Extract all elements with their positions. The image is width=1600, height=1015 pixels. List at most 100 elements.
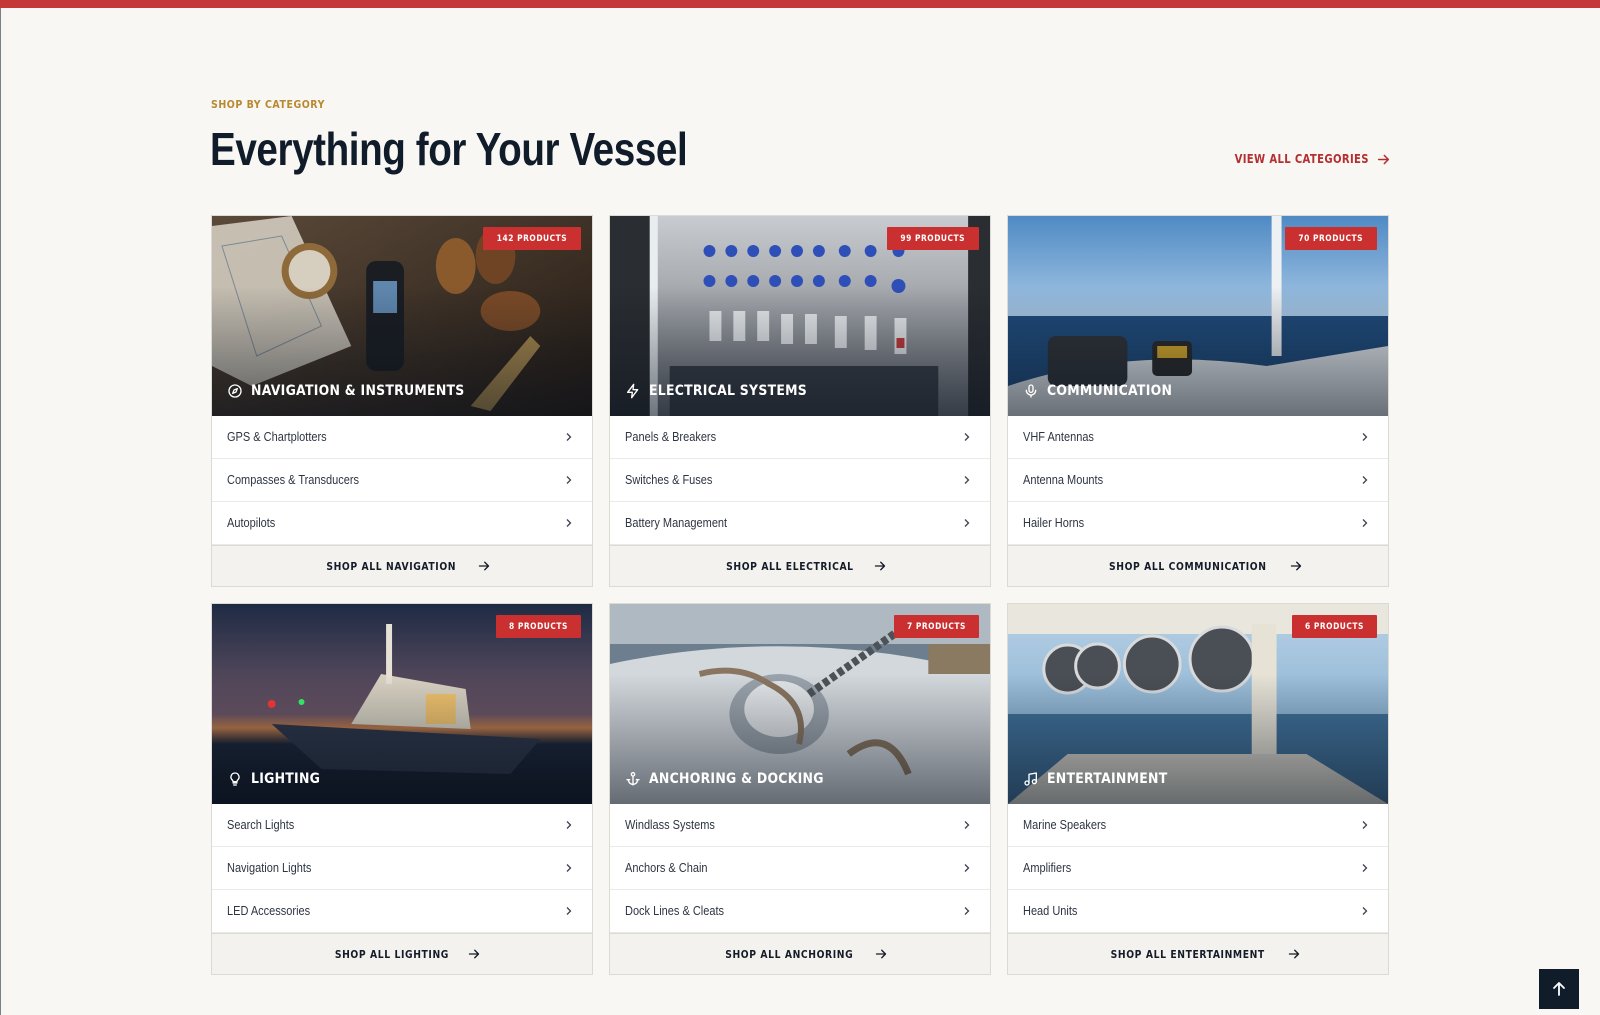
chevron-right-icon — [964, 433, 970, 441]
subcategory-link[interactable]: Panels & Breakers — [610, 416, 990, 459]
arrow-right-icon — [478, 561, 489, 571]
top-accent-bar — [0, 0, 1600, 8]
category-hero-navigation[interactable]: 142 PRODUCTS NAVIGATION & INSTRUMENTS — [212, 216, 592, 416]
category-name: ANCHORING & DOCKING — [649, 771, 824, 787]
shop-all-communication-button[interactable]: SHOP ALL COMMUNICATION — [1008, 545, 1388, 586]
subcategory-list: Marine Speakers Amplifiers Head Units — [1008, 804, 1388, 933]
category-card-electrical: 99 PRODUCTS ELECTRICAL SYSTEMS Panels & … — [609, 215, 991, 587]
left-edge-line — [0, 8, 1, 1015]
product-count-badge: 70 PRODUCTS — [1285, 227, 1377, 250]
category-hero-entertainment[interactable]: 6 PRODUCTS ENTERTAINMENT — [1008, 604, 1388, 804]
arrow-up-icon — [1553, 982, 1565, 996]
product-count-badge: 7 PRODUCTS — [894, 615, 979, 638]
subcategory-link[interactable]: Dock Lines & Cleats — [610, 890, 990, 933]
arrow-right-icon — [1291, 561, 1302, 571]
anchor-icon — [626, 772, 640, 786]
category-card-entertainment: 6 PRODUCTS ENTERTAINMENT Marine Speakers… — [1007, 603, 1389, 975]
chevron-right-icon — [566, 433, 572, 441]
subcategory-link[interactable]: Head Units — [1008, 890, 1388, 933]
microphone-icon — [1025, 384, 1037, 398]
subcategory-link[interactable]: Hailer Horns — [1008, 502, 1388, 545]
shop-all-electrical-button[interactable]: SHOP ALL ELECTRICAL — [610, 545, 990, 586]
chevron-right-icon — [964, 907, 970, 915]
category-hero-lighting[interactable]: 8 PRODUCTS LIGHTING — [212, 604, 592, 804]
chevron-right-icon — [566, 907, 572, 915]
subcategory-link[interactable]: Navigation Lights — [212, 847, 592, 890]
category-grid: 142 PRODUCTS NAVIGATION & INSTRUMENTS GP… — [211, 215, 1391, 975]
product-count-badge: 99 PRODUCTS — [887, 227, 979, 250]
compass-icon — [228, 384, 242, 398]
subcategory-list: GPS & Chartplotters Compasses & Transduc… — [212, 416, 592, 545]
category-card-navigation: 142 PRODUCTS NAVIGATION & INSTRUMENTS GP… — [211, 215, 593, 587]
subcategory-link[interactable]: Antenna Mounts — [1008, 459, 1388, 502]
arrow-right-icon — [469, 949, 480, 959]
product-count-badge: 8 PRODUCTS — [496, 615, 581, 638]
subcategory-list: Panels & Breakers Switches & Fuses Batte… — [610, 416, 990, 545]
chevron-right-icon — [1362, 476, 1368, 484]
lightbulb-icon — [230, 772, 240, 786]
product-count-badge: 6 PRODUCTS — [1292, 615, 1377, 638]
subcategory-link[interactable]: Autopilots — [212, 502, 592, 545]
shop-all-entertainment-button[interactable]: SHOP ALL ENTERTAINMENT — [1008, 933, 1388, 974]
arrow-right-icon — [1289, 949, 1300, 959]
chevron-right-icon — [1362, 433, 1368, 441]
category-name: NAVIGATION & INSTRUMENTS — [251, 383, 465, 399]
view-all-label: VIEW ALL CATEGORIES — [1234, 152, 1369, 166]
subcategory-list: Search Lights Navigation Lights LED Acce… — [212, 804, 592, 933]
category-name: LIGHTING — [251, 771, 321, 787]
category-hero-anchoring[interactable]: 7 PRODUCTS ANCHORING & DOCKING — [610, 604, 990, 804]
lightning-icon — [627, 383, 639, 399]
arrow-right-icon — [1377, 154, 1390, 164]
view-all-categories-link[interactable]: VIEW ALL CATEGORIES — [1209, 152, 1390, 166]
chevron-right-icon — [566, 864, 572, 872]
chevron-right-icon — [964, 519, 970, 527]
chevron-right-icon — [964, 864, 970, 872]
section-title: Everything for Your Vessel — [210, 123, 688, 175]
subcategory-link[interactable]: GPS & Chartplotters — [212, 416, 592, 459]
subcategory-link[interactable]: LED Accessories — [212, 890, 592, 933]
shop-all-lighting-button[interactable]: SHOP ALL LIGHTING — [212, 933, 592, 974]
subcategory-list: VHF Antennas Antenna Mounts Hailer Horns — [1008, 416, 1388, 545]
subcategory-link[interactable]: Windlass Systems — [610, 804, 990, 847]
chevron-right-icon — [1362, 519, 1368, 527]
subcategory-link[interactable]: Anchors & Chain — [610, 847, 990, 890]
chevron-right-icon — [1362, 821, 1368, 829]
category-name: ELECTRICAL SYSTEMS — [649, 383, 808, 399]
subcategory-link[interactable]: Compasses & Transducers — [212, 459, 592, 502]
product-count-badge: 142 PRODUCTS — [482, 227, 581, 250]
category-title: NAVIGATION & INSTRUMENTS — [227, 383, 499, 399]
chevron-right-icon — [566, 821, 572, 829]
category-hero-electrical[interactable]: 99 PRODUCTS ELECTRICAL SYSTEMS — [610, 216, 990, 416]
subcategory-link[interactable]: Battery Management — [610, 502, 990, 545]
subcategory-link[interactable]: Marine Speakers — [1008, 804, 1388, 847]
category-title: ANCHORING & DOCKING — [625, 771, 852, 787]
chevron-right-icon — [566, 519, 572, 527]
shop-all-anchoring-button[interactable]: SHOP ALL ANCHORING — [610, 933, 990, 974]
subcategory-link[interactable]: VHF Antennas — [1008, 416, 1388, 459]
music-note-icon — [1024, 772, 1037, 786]
chevron-right-icon — [964, 821, 970, 829]
subcategory-list: Windlass Systems Anchors & Chain Dock Li… — [610, 804, 990, 933]
subcategory-link[interactable]: Search Lights — [212, 804, 592, 847]
category-title: ELECTRICAL SYSTEMS — [625, 383, 833, 399]
chevron-right-icon — [1362, 864, 1368, 872]
chevron-right-icon — [1362, 907, 1368, 915]
chevron-right-icon — [964, 476, 970, 484]
category-name: COMMUNICATION — [1047, 383, 1173, 399]
subcategory-link[interactable]: Switches & Fuses — [610, 459, 990, 502]
category-title: COMMUNICATION — [1023, 383, 1193, 399]
category-hero-communication[interactable]: 70 PRODUCTS COMMUNICATION — [1008, 216, 1388, 416]
category-card-anchoring: 7 PRODUCTS ANCHORING & DOCKING Windlass … — [609, 603, 991, 975]
category-name: ENTERTAINMENT — [1047, 771, 1168, 787]
shop-all-navigation-button[interactable]: SHOP ALL NAVIGATION — [212, 545, 592, 586]
section-eyebrow: SHOP BY CATEGORY — [211, 98, 325, 111]
category-title: LIGHTING — [227, 771, 331, 787]
category-title: ENTERTAINMENT — [1023, 771, 1187, 787]
arrow-right-icon — [875, 949, 886, 959]
category-card-communication: 70 PRODUCTS COMMUNICATION VHF Antennas A… — [1007, 215, 1389, 587]
subcategory-link[interactable]: Amplifiers — [1008, 847, 1388, 890]
arrow-right-icon — [875, 561, 886, 571]
back-to-top-button[interactable] — [1539, 969, 1579, 1009]
category-card-lighting: 8 PRODUCTS LIGHTING Search Lights Naviga… — [211, 603, 593, 975]
chevron-right-icon — [566, 476, 572, 484]
